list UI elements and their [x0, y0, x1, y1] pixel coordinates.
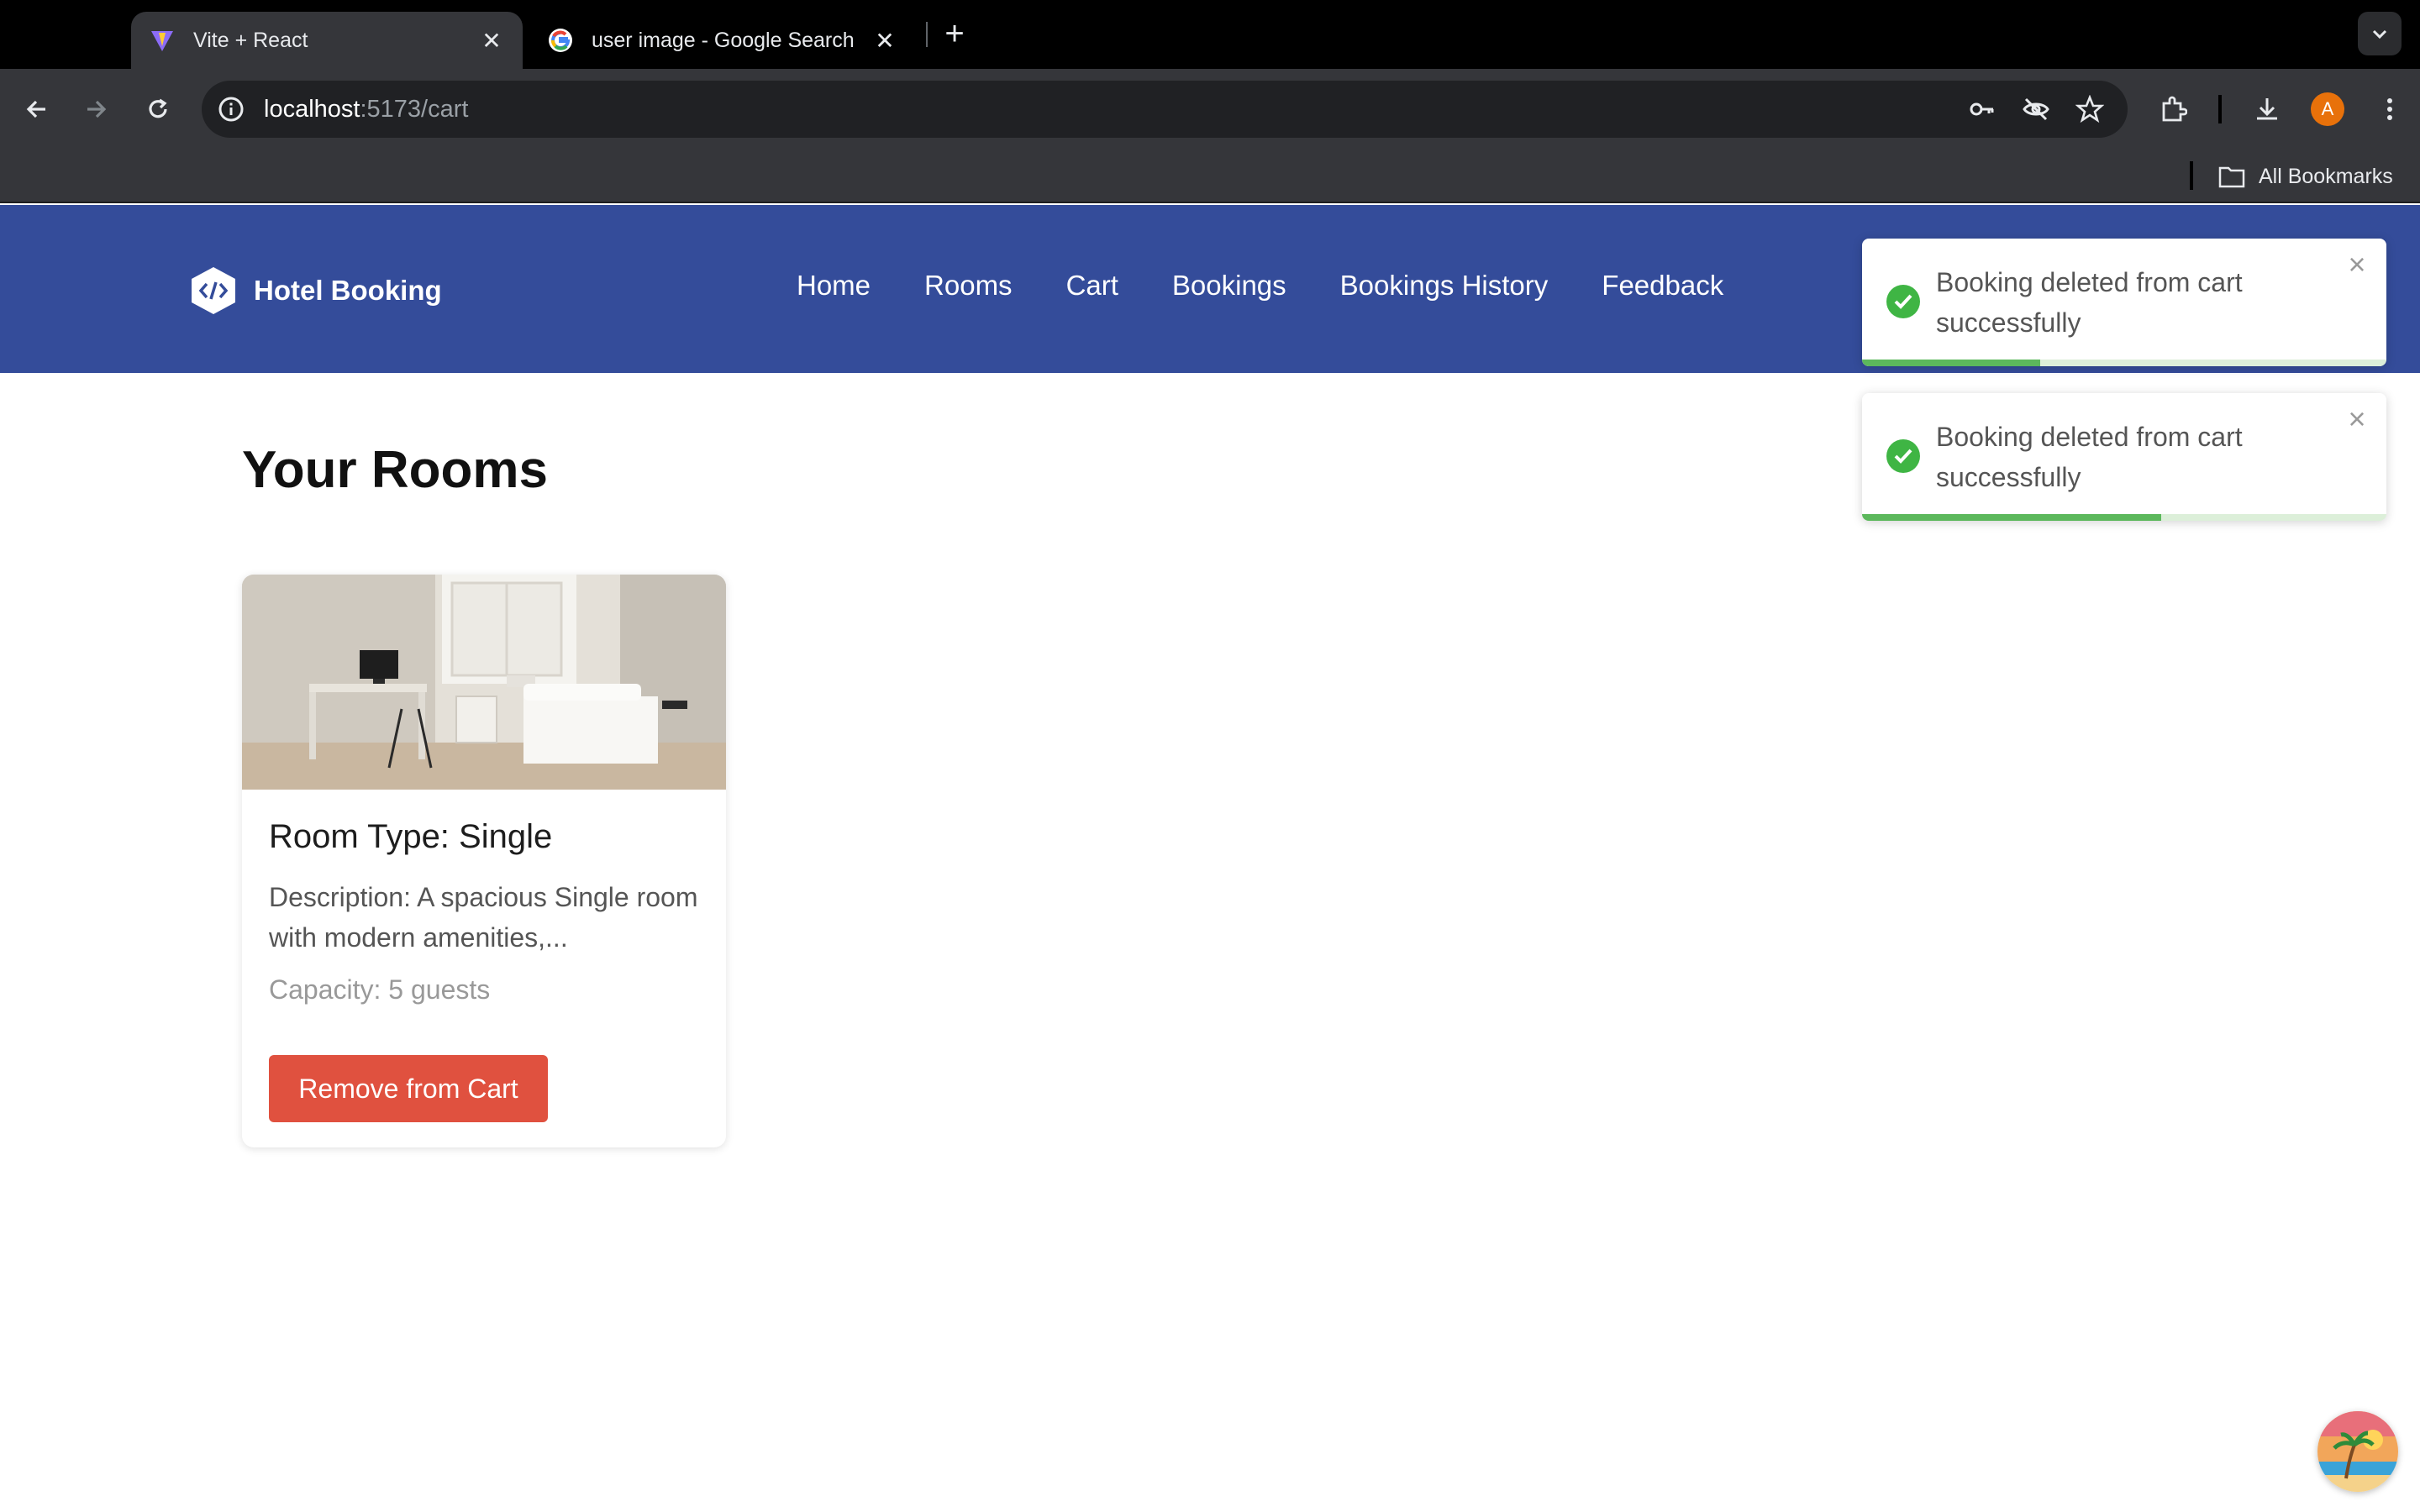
- floating-assistant-button[interactable]: [2317, 1411, 2398, 1492]
- vite-icon: [151, 31, 173, 51]
- bookmarks-bar: All Bookmarks: [0, 150, 2420, 203]
- star-icon[interactable]: [2075, 95, 2104, 123]
- browser-tab-strip: Vite + React ✕ user image - Google Searc…: [0, 0, 2420, 69]
- toast-progress-bar: [1862, 514, 2161, 521]
- profile-button[interactable]: A: [2306, 87, 2349, 131]
- check-circle-icon: [1886, 285, 1920, 318]
- room-image: [242, 575, 726, 790]
- bookmarks-divider: [2190, 161, 2193, 190]
- toolbar-divider: [2218, 95, 2222, 123]
- site-info-icon[interactable]: [217, 95, 245, 123]
- toast-message: Booking deleted from cart successfully: [1936, 267, 2243, 338]
- brand-name: Hotel Booking: [254, 275, 442, 306]
- room-description: Description: A spacious Single room with…: [269, 882, 698, 953]
- chevron-down-icon: [2372, 29, 2387, 39]
- code-logo-icon: [192, 267, 235, 314]
- reload-icon: [149, 98, 167, 118]
- tab-search-button[interactable]: [2358, 12, 2402, 55]
- room-card: Room Type: Single Description: A spaciou…: [242, 575, 726, 1147]
- toast-notification[interactable]: Booking deleted from cart successfully ×: [1862, 239, 2386, 366]
- nav-cart[interactable]: Cart: [1066, 260, 1118, 311]
- nav-bookings-history[interactable]: Bookings History: [1340, 260, 1549, 311]
- page-title: Your Rooms: [242, 441, 548, 499]
- remove-from-cart-button[interactable]: Remove from Cart: [269, 1055, 548, 1122]
- nav-rooms[interactable]: Rooms: [924, 260, 1013, 311]
- close-icon[interactable]: ×: [2343, 404, 2371, 434]
- nav-feedback[interactable]: Feedback: [1602, 260, 1723, 311]
- browser-tab[interactable]: user image - Google Search ✕: [529, 12, 916, 69]
- avatar: A: [2311, 92, 2344, 126]
- folder-icon: [2218, 166, 2245, 188]
- all-bookmarks-label: All Bookmarks: [2259, 164, 2393, 188]
- tab-title: user image - Google Search: [592, 28, 855, 52]
- download-icon: [2257, 98, 2277, 120]
- key-icon[interactable]: [1968, 95, 1996, 123]
- beach-icon: [2317, 1411, 2398, 1492]
- toast-message: Booking deleted from cart successfully: [1936, 422, 2243, 492]
- browser-menu-button[interactable]: [2368, 87, 2412, 131]
- all-bookmarks-button[interactable]: All Bookmarks: [2218, 160, 2393, 193]
- new-tab-icon[interactable]: +: [939, 17, 970, 50]
- nav-home[interactable]: Home: [797, 260, 871, 311]
- browser-tab-active[interactable]: Vite + React ✕: [131, 12, 523, 69]
- tab-title: Vite + React: [193, 28, 308, 52]
- puzzle-icon: [2162, 96, 2187, 122]
- eye-off-icon[interactable]: [2022, 95, 2050, 123]
- arrow-left-icon: [26, 100, 45, 118]
- extensions-button[interactable]: [2151, 87, 2195, 131]
- close-tab-icon[interactable]: ✕: [872, 28, 897, 54]
- nav-bookings[interactable]: Bookings: [1172, 260, 1286, 311]
- reload-button[interactable]: [136, 87, 180, 131]
- toast-progress-bar: [1862, 360, 2041, 366]
- main-nav: Home Rooms Cart Bookings Bookings Histor…: [797, 260, 1723, 311]
- room-capacity: Capacity: 5 guests: [269, 974, 491, 1005]
- arrow-right-icon: [87, 100, 107, 118]
- forward-button[interactable]: [74, 87, 118, 131]
- browser-toolbar: localhost:5173/cart A: [0, 69, 2420, 150]
- downloads-button[interactable]: [2245, 87, 2289, 131]
- google-icon: [549, 29, 572, 52]
- close-icon[interactable]: ×: [2343, 249, 2371, 280]
- url-text: localhost:5173/cart: [264, 95, 469, 123]
- toast-notification[interactable]: Booking deleted from cart successfully ×: [1862, 393, 2386, 521]
- more-vertical-icon: [2387, 98, 2392, 120]
- check-circle-icon: [1886, 439, 1920, 473]
- back-button[interactable]: [15, 87, 59, 131]
- room-type: Room Type: Single: [269, 818, 553, 855]
- tab-divider: [926, 22, 928, 47]
- brand-link[interactable]: Hotel Booking: [190, 265, 442, 316]
- address-bar[interactable]: localhost:5173/cart: [202, 81, 2128, 138]
- close-tab-icon[interactable]: ✕: [479, 28, 504, 54]
